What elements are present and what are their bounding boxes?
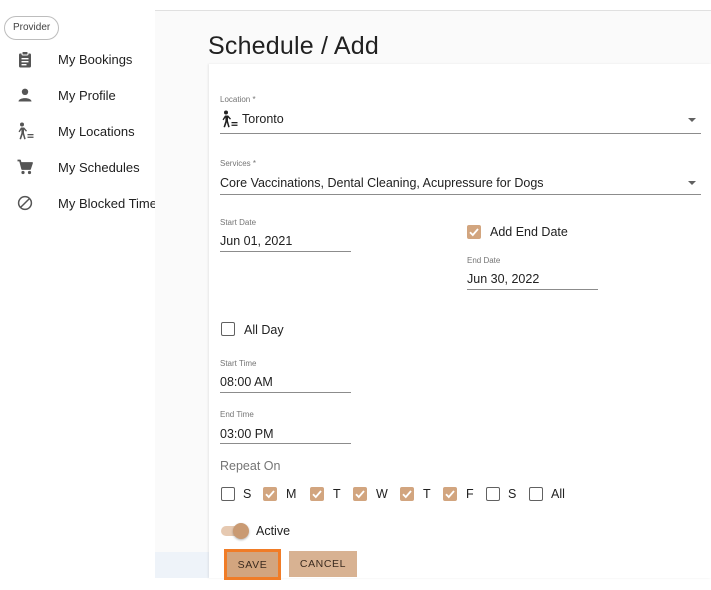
repeat-day-label: All bbox=[551, 487, 565, 501]
sidebar-item-label: My Bookings bbox=[58, 51, 133, 67]
schedule-form bbox=[209, 64, 711, 578]
repeat-on-label: Repeat On bbox=[220, 459, 281, 473]
sidebar-item-my-schedules[interactable]: My Schedules bbox=[0, 149, 155, 185]
repeat-day-sunday-checkbox[interactable] bbox=[221, 487, 235, 501]
repeat-day-all-checkbox[interactable] bbox=[529, 487, 543, 501]
cart-icon bbox=[16, 158, 34, 176]
start-date-input[interactable]: Jun 01, 2021 bbox=[220, 234, 292, 248]
repeat-day-friday-checkbox[interactable] bbox=[443, 487, 457, 501]
end-time-label: End Time bbox=[220, 410, 254, 419]
save-button[interactable]: SAVE bbox=[224, 549, 281, 580]
add-end-date-label: Add End Date bbox=[490, 225, 568, 239]
walker-icon bbox=[220, 110, 238, 128]
repeat-day-monday-checkbox[interactable] bbox=[263, 487, 277, 501]
sidebar-item-my-profile[interactable]: My Profile bbox=[0, 77, 155, 113]
repeat-day-wednesday-checkbox[interactable] bbox=[353, 487, 367, 501]
provider-chip[interactable]: Provider bbox=[4, 16, 60, 40]
services-label: Services * bbox=[220, 159, 257, 168]
blocked-icon bbox=[16, 194, 34, 212]
services-underline bbox=[220, 194, 701, 195]
all-day-label: All Day bbox=[244, 323, 284, 337]
chevron-down-icon[interactable] bbox=[688, 118, 696, 122]
sidebar-item-my-blocked-times[interactable]: My Blocked Times bbox=[0, 185, 155, 221]
main-area-footer bbox=[155, 552, 215, 578]
sidebar-item-label: My Locations bbox=[58, 123, 135, 139]
sidebar-item-label: My Profile bbox=[58, 87, 116, 103]
start-time-underline bbox=[220, 392, 351, 393]
repeat-day-label: T bbox=[423, 487, 431, 501]
sidebar: Provider My Bookings My Profile My Locat… bbox=[0, 0, 155, 590]
repeat-day-tuesday-checkbox[interactable] bbox=[310, 487, 324, 501]
end-time-input[interactable]: 03:00 PM bbox=[220, 427, 274, 441]
repeat-day-saturday-checkbox[interactable] bbox=[486, 487, 500, 501]
services-select[interactable]: Core Vaccinations, Dental Cleaning, Acup… bbox=[220, 176, 544, 190]
sidebar-item-label: My Blocked Times bbox=[58, 195, 155, 211]
active-toggle-thumb[interactable] bbox=[233, 523, 249, 539]
repeat-day-label: F bbox=[466, 487, 474, 501]
location-label: Location * bbox=[220, 95, 256, 104]
start-date-underline bbox=[220, 251, 351, 252]
end-time-underline bbox=[220, 443, 351, 444]
clipboard-icon bbox=[16, 50, 34, 68]
person-icon bbox=[16, 86, 34, 104]
chevron-down-icon[interactable] bbox=[688, 181, 696, 185]
sidebar-item-label: My Schedules bbox=[58, 159, 140, 175]
all-day-checkbox[interactable] bbox=[221, 322, 235, 336]
start-time-label: Start Time bbox=[220, 359, 257, 368]
repeat-day-label: T bbox=[333, 487, 341, 501]
repeat-day-label: S bbox=[508, 487, 517, 501]
sidebar-item-my-locations[interactable]: My Locations bbox=[0, 113, 155, 149]
location-select[interactable]: Toronto bbox=[242, 112, 284, 126]
end-date-label: End Date bbox=[467, 256, 501, 265]
repeat-day-label: S bbox=[243, 487, 252, 501]
end-date-input[interactable]: Jun 30, 2022 bbox=[467, 272, 539, 286]
repeat-day-label: W bbox=[376, 487, 388, 501]
start-time-input[interactable]: 08:00 AM bbox=[220, 375, 273, 389]
start-date-label: Start Date bbox=[220, 218, 257, 227]
location-underline bbox=[220, 133, 701, 134]
sidebar-item-my-bookings[interactable]: My Bookings bbox=[0, 41, 155, 77]
repeat-day-label: M bbox=[286, 487, 297, 501]
end-date-underline bbox=[467, 289, 598, 290]
active-label: Active bbox=[256, 524, 291, 538]
repeat-day-thursday-checkbox[interactable] bbox=[400, 487, 414, 501]
walker-icon bbox=[16, 122, 34, 140]
cancel-button[interactable]: CANCEL bbox=[289, 551, 357, 577]
page-title: Schedule / Add bbox=[208, 32, 379, 60]
add-end-date-checkbox[interactable] bbox=[467, 225, 481, 239]
